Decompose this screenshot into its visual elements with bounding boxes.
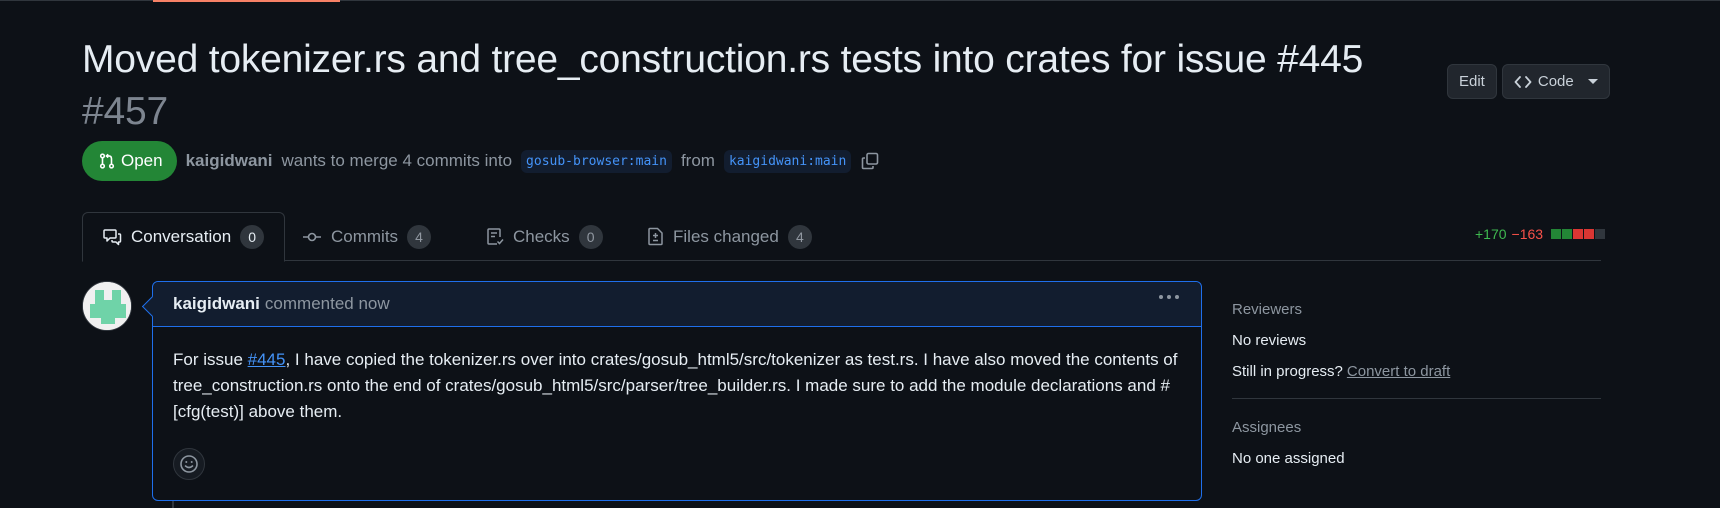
deletions-count: −163 [1511, 226, 1544, 242]
status-badge: Open [82, 141, 177, 181]
caret-down-icon [1587, 79, 1598, 84]
tab-commits[interactable]: Commits 4 [282, 212, 451, 261]
tab-checks[interactable]: Checks 0 [466, 212, 623, 261]
diffstat-block [1573, 229, 1584, 239]
reviewers-section: Reviewers No reviews Still in progress? C… [1232, 281, 1601, 399]
diffstat-block [1595, 229, 1606, 239]
identicon [83, 282, 131, 330]
code-label: Code [1537, 73, 1574, 90]
diffstat: +170 −163 [1475, 226, 1606, 242]
tab-label: Commits [331, 226, 399, 246]
sidebar: Reviewers No reviews Still in progress? C… [1232, 281, 1601, 481]
tab-counter: 4 [787, 224, 812, 249]
comment-text-prefix: For issue [173, 350, 248, 369]
checklist-icon [487, 228, 504, 245]
comment-header: kaigidwani commented now [153, 282, 1201, 327]
issue-link[interactable]: #445 [248, 350, 286, 369]
comment-discussion-icon [103, 229, 122, 246]
tab-counter: 0 [240, 225, 265, 249]
comment-box: kaigidwani commented now For issue #445,… [152, 281, 1202, 501]
comment-timestamp[interactable]: commented now [265, 294, 390, 314]
code-icon [1514, 75, 1532, 88]
base-branch[interactable]: gosub-browser:main [521, 149, 672, 173]
tab-counter: 0 [578, 224, 603, 249]
tab-counter: 4 [407, 224, 432, 249]
pr-title-text: Moved tokenizer.rs and tree_construction… [82, 38, 1364, 81]
progress-text: Still in progress? [1232, 363, 1343, 380]
reviewers-heading[interactable]: Reviewers [1232, 301, 1601, 318]
git-pull-request-icon [99, 153, 115, 169]
pr-author-link[interactable]: kaigidwani [186, 151, 273, 171]
assignees-heading[interactable]: Assignees [1232, 419, 1601, 436]
pr-number: #457 [82, 90, 168, 133]
assignees-value: No one assigned [1232, 450, 1345, 467]
avatar[interactable] [82, 281, 132, 331]
additions-count: +170 [1475, 226, 1507, 242]
add-reaction-button[interactable] [173, 448, 205, 480]
timeline-line [172, 501, 174, 508]
header-actions: Edit Code [1447, 64, 1610, 99]
assignees-section: Assignees No one assigned [1232, 399, 1601, 467]
edit-button[interactable]: Edit [1447, 64, 1497, 99]
comment-author[interactable]: kaigidwani [173, 294, 260, 314]
comment-body: For issue #445, I have copied the tokeni… [153, 327, 1201, 425]
pr-tabs: Conversation 0 Commits 4 Checks 0 Files … [82, 212, 1606, 262]
draft-row: Still in progress? Convert to draft [1232, 363, 1601, 380]
copy-icon[interactable] [860, 151, 880, 171]
file-diff-icon [648, 227, 663, 246]
pr-meta: Open kaigidwani wants to merge 4 commits… [82, 141, 880, 181]
code-button[interactable]: Code [1501, 64, 1610, 99]
git-commit-icon [303, 232, 321, 241]
diffstat-block [1551, 229, 1562, 239]
smiley-icon [180, 455, 198, 473]
kebab-horizontal-icon[interactable] [1159, 295, 1179, 299]
diffstat-block [1562, 229, 1573, 239]
merge-text: wants to merge 4 commits into [281, 151, 513, 170]
pr-title: Moved tokenizer.rs and tree_construction… [82, 34, 1422, 138]
convert-to-draft-link[interactable]: Convert to draft [1347, 363, 1450, 380]
tab-label: Conversation [131, 227, 232, 246]
reviewers-value: No reviews [1232, 332, 1307, 349]
diffstat-blocks [1551, 229, 1606, 239]
edit-label: Edit [1459, 73, 1485, 90]
from-text: from [680, 151, 715, 170]
comment-text: , I have copied the tokenizer.rs over in… [173, 350, 1178, 421]
active-nav-indicator [153, 0, 340, 2]
head-branch[interactable]: kaigidwani:main [723, 149, 852, 173]
tab-files-changed[interactable]: Files changed 4 [627, 212, 832, 261]
status-label: Open [121, 151, 163, 170]
tab-label: Files changed [673, 226, 779, 246]
tab-conversation[interactable]: Conversation 0 [82, 212, 286, 262]
tab-label: Checks [513, 226, 570, 246]
diffstat-block [1584, 229, 1595, 239]
